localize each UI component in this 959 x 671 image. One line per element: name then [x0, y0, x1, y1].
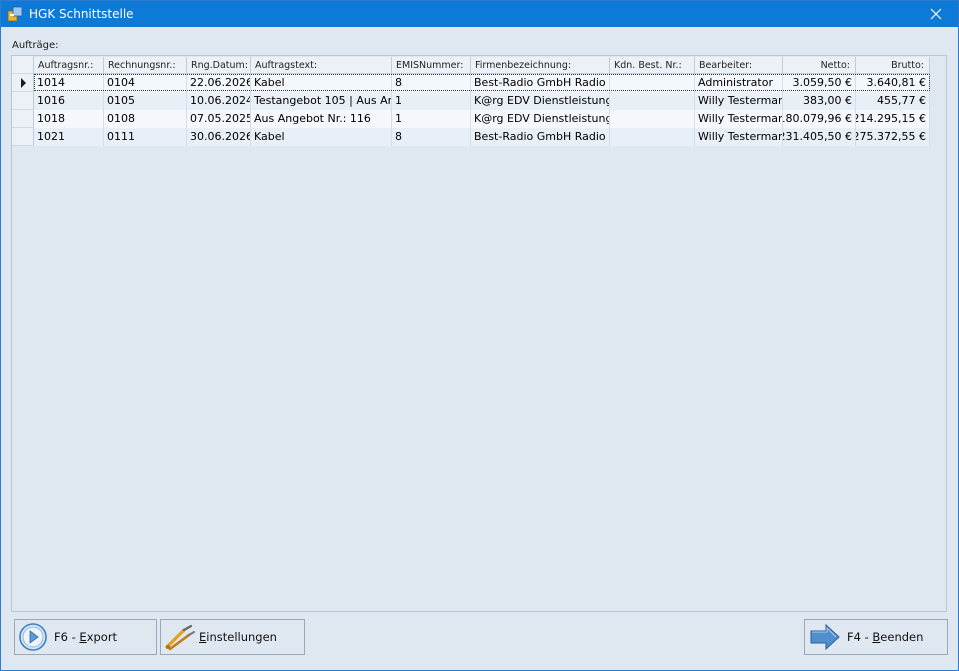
amount-value: 180.079,96 €: [783, 112, 852, 125]
quit-label: F4 - Beenden: [847, 630, 924, 644]
col-emis-no-header[interactable]: EMISNummer:: [392, 57, 471, 74]
close-icon: [930, 8, 942, 20]
col-invoice-date-cell[interactable]: 30.06.2026: [187, 128, 251, 146]
window-title: HGK Schnittstelle: [29, 7, 134, 21]
amount-value: 3.059,50 €: [792, 76, 852, 89]
col-order-no-cell[interactable]: 1018: [34, 110, 104, 128]
col-editor-header[interactable]: Bearbeiter:: [695, 57, 783, 74]
play-circle-icon: [18, 622, 48, 652]
col-gross-header[interactable]: Brutto:: [856, 57, 930, 74]
col-order-no-cell[interactable]: 1021: [34, 128, 104, 146]
quit-button[interactable]: F4 - Beenden: [804, 619, 948, 655]
col-invoice-no-header[interactable]: Rechnungsnr.:: [104, 57, 187, 74]
col-net-cell[interactable]: 383,00 €: [783, 92, 856, 110]
export-button[interactable]: F6 - Export: [14, 619, 157, 655]
col-company-cell[interactable]: K@rg EDV Dienstleistung: [471, 110, 610, 128]
col-editor-cell[interactable]: Administrator: [695, 74, 783, 92]
settings-label: Einstellungen: [199, 630, 277, 644]
col-order-text-header[interactable]: Auftragstext:: [251, 57, 392, 74]
col-net-cell[interactable]: 3.059,50 €: [783, 74, 856, 92]
amount-value: 275.372,55 €: [856, 130, 926, 143]
col-order-no-cell[interactable]: 1016: [34, 92, 104, 110]
col-company-cell[interactable]: K@rg EDV Dienstleistung: [471, 92, 610, 110]
table-row[interactable]: 1014 0104 22.06.2026 Kabel 8 Best-Radio GmbH …: [12, 74, 946, 92]
col-invoice-date-header[interactable]: Rng.Datum:: [187, 57, 251, 74]
col-company-header[interactable]: Firmenbezeichnung:: [471, 57, 610, 74]
amount-value: 3.640,81 €: [866, 76, 926, 89]
col-order-text-cell[interactable]: Aus Angebot Nr.: 116: [251, 110, 392, 128]
col-emis-no-cell[interactable]: 8: [392, 128, 471, 146]
col-editor-cell[interactable]: Willy Testermann: [695, 110, 783, 128]
table-row[interactable]: 1018 0108 07.05.2025 Aus Angebot Nr.: 116 1 K…: [12, 110, 946, 128]
table-row[interactable]: 1021 0111 30.06.2026 Kabel 8 Best-Radio GmbH …: [12, 128, 946, 146]
col-emis-no-cell[interactable]: 1: [392, 110, 471, 128]
col-invoice-no-cell[interactable]: 0104: [104, 74, 187, 92]
col-editor-cell[interactable]: Willy Testermann: [695, 128, 783, 146]
col-net-header[interactable]: Netto:: [783, 57, 856, 74]
col-emis-no-cell[interactable]: 8: [392, 74, 471, 92]
col-invoice-no-cell[interactable]: 0108: [104, 110, 187, 128]
col-invoice-date-cell[interactable]: 22.06.2026: [187, 74, 251, 92]
arrow-right-icon: [809, 623, 841, 651]
col-customer-order-no-cell[interactable]: [610, 110, 695, 128]
col-gross-cell[interactable]: 275.372,55 €: [856, 128, 930, 146]
col-customer-order-no-cell[interactable]: [610, 92, 695, 110]
col-company-cell[interactable]: Best-Radio GmbH Radio + TV: [471, 74, 610, 92]
col-order-text-cell[interactable]: Testangebot 105 | Aus Angebot: [251, 92, 392, 110]
col-order-text-cell[interactable]: Kabel: [251, 74, 392, 92]
col-order-no-cell[interactable]: 1014: [34, 74, 104, 92]
main-window: HGK Schnittstelle Aufträge: Auftragsnr.:…: [0, 0, 959, 671]
amount-value: 455,77 €: [877, 94, 926, 107]
col-customer-order-no-header[interactable]: Kdn. Best. Nr.:: [610, 57, 695, 74]
amount-value: 214.295,15 €: [856, 112, 926, 125]
table-row[interactable]: 1016 0105 10.06.2024 Testangebot 105 | Aus …: [12, 92, 946, 110]
col-company-cell[interactable]: Best-Radio GmbH Radio + TV: [471, 128, 610, 146]
col-gross-cell[interactable]: 214.295,15 €: [856, 110, 930, 128]
amount-value: 231.405,50 €: [783, 130, 852, 143]
title-bar[interactable]: HGK Schnittstelle: [1, 1, 958, 27]
orders-label: Aufträge:: [12, 40, 59, 51]
col-invoice-date-cell[interactable]: 10.06.2024: [187, 92, 251, 110]
col-order-no-header[interactable]: Auftragsnr.:: [34, 57, 104, 74]
col-customer-order-no-cell[interactable]: [610, 74, 695, 92]
export-label: F6 - Export: [54, 630, 118, 644]
settings-button[interactable]: Einstellungen: [160, 619, 305, 655]
col-invoice-no-cell[interactable]: 0105: [104, 92, 187, 110]
orders-grid[interactable]: Auftragsnr.: Rechnungsnr.: Rng.Datum: Auftr…: [11, 55, 947, 612]
amount-value: 383,00 €: [803, 94, 852, 107]
grid-header: Auftragsnr.: Rechnungsnr.: Rng.Datum: Auftr…: [12, 56, 946, 74]
col-invoice-no-cell[interactable]: 0111: [104, 128, 187, 146]
col-invoice-date-cell[interactable]: 07.05.2025: [187, 110, 251, 128]
col-gross-cell[interactable]: 455,77 €: [856, 92, 930, 110]
col-net-cell[interactable]: 180.079,96 €: [783, 110, 856, 128]
col-customer-order-no-cell[interactable]: [610, 128, 695, 146]
close-button[interactable]: [914, 1, 958, 27]
col-gross-cell[interactable]: 3.640,81 €: [856, 74, 930, 92]
col-order-text-cell[interactable]: Kabel: [251, 128, 392, 146]
app-icon: [7, 6, 23, 22]
col-net-cell[interactable]: 231.405,50 €: [783, 128, 856, 146]
col-editor-cell[interactable]: Willy Testermann: [695, 92, 783, 110]
header-corner: [12, 56, 34, 74]
tools-icon: [164, 623, 196, 651]
col-emis-no-cell[interactable]: 1: [392, 92, 471, 110]
